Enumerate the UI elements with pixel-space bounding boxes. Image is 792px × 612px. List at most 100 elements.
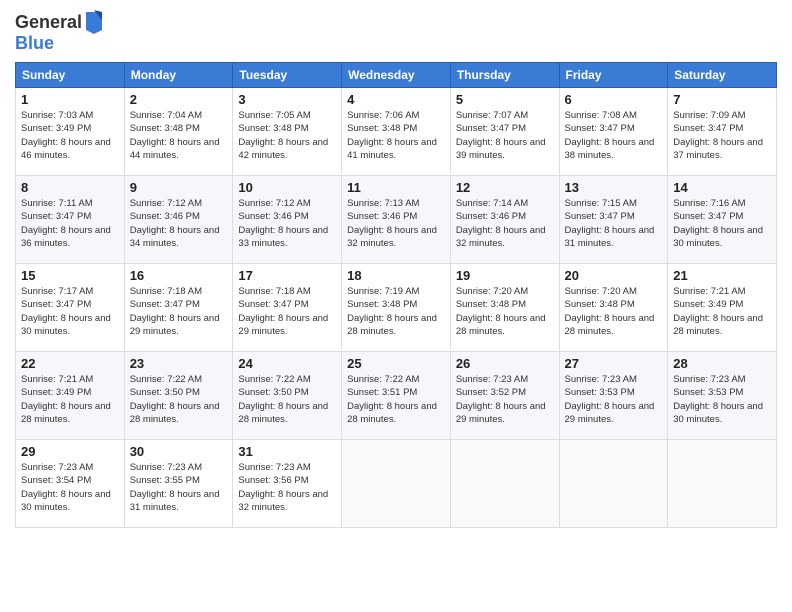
calendar-week-1: 1 Sunrise: 7:03 AMSunset: 3:49 PMDayligh…	[16, 88, 777, 176]
calendar-cell: 25 Sunrise: 7:22 AMSunset: 3:51 PMDaylig…	[342, 352, 451, 440]
calendar-cell	[559, 440, 668, 528]
calendar-cell: 21 Sunrise: 7:21 AMSunset: 3:49 PMDaylig…	[668, 264, 777, 352]
calendar-cell: 30 Sunrise: 7:23 AMSunset: 3:55 PMDaylig…	[124, 440, 233, 528]
calendar-cell	[450, 440, 559, 528]
day-number: 22	[21, 356, 119, 371]
calendar-table: SundayMondayTuesdayWednesdayThursdayFrid…	[15, 62, 777, 528]
day-number: 26	[456, 356, 554, 371]
day-number: 1	[21, 92, 119, 107]
day-number: 8	[21, 180, 119, 195]
calendar-cell: 8 Sunrise: 7:11 AMSunset: 3:47 PMDayligh…	[16, 176, 125, 264]
calendar-week-2: 8 Sunrise: 7:11 AMSunset: 3:47 PMDayligh…	[16, 176, 777, 264]
day-number: 23	[130, 356, 228, 371]
day-number: 18	[347, 268, 445, 283]
calendar-cell: 31 Sunrise: 7:23 AMSunset: 3:56 PMDaylig…	[233, 440, 342, 528]
day-info: Sunrise: 7:12 AMSunset: 3:46 PMDaylight:…	[238, 198, 328, 249]
day-info: Sunrise: 7:20 AMSunset: 3:48 PMDaylight:…	[456, 286, 546, 337]
calendar-week-3: 15 Sunrise: 7:17 AMSunset: 3:47 PMDaylig…	[16, 264, 777, 352]
day-info: Sunrise: 7:23 AMSunset: 3:54 PMDaylight:…	[21, 462, 111, 513]
day-info: Sunrise: 7:17 AMSunset: 3:47 PMDaylight:…	[21, 286, 111, 337]
day-info: Sunrise: 7:21 AMSunset: 3:49 PMDaylight:…	[21, 374, 111, 425]
calendar-cell	[668, 440, 777, 528]
day-number: 10	[238, 180, 336, 195]
day-info: Sunrise: 7:22 AMSunset: 3:50 PMDaylight:…	[130, 374, 220, 425]
calendar-cell: 19 Sunrise: 7:20 AMSunset: 3:48 PMDaylig…	[450, 264, 559, 352]
logo-general: General	[15, 12, 82, 32]
logo-text: General	[15, 13, 82, 33]
calendar-cell: 9 Sunrise: 7:12 AMSunset: 3:46 PMDayligh…	[124, 176, 233, 264]
calendar-week-5: 29 Sunrise: 7:23 AMSunset: 3:54 PMDaylig…	[16, 440, 777, 528]
day-info: Sunrise: 7:19 AMSunset: 3:48 PMDaylight:…	[347, 286, 437, 337]
page-header: General Blue	[15, 10, 777, 54]
day-info: Sunrise: 7:11 AMSunset: 3:47 PMDaylight:…	[21, 198, 111, 249]
day-number: 15	[21, 268, 119, 283]
calendar-cell: 1 Sunrise: 7:03 AMSunset: 3:49 PMDayligh…	[16, 88, 125, 176]
calendar-cell: 6 Sunrise: 7:08 AMSunset: 3:47 PMDayligh…	[559, 88, 668, 176]
calendar-cell: 13 Sunrise: 7:15 AMSunset: 3:47 PMDaylig…	[559, 176, 668, 264]
logo-icon	[84, 10, 104, 34]
day-number: 31	[238, 444, 336, 459]
logo: General Blue	[15, 10, 104, 54]
weekday-header-wednesday: Wednesday	[342, 63, 451, 88]
weekday-header-monday: Monday	[124, 63, 233, 88]
day-number: 3	[238, 92, 336, 107]
day-info: Sunrise: 7:13 AMSunset: 3:46 PMDaylight:…	[347, 198, 437, 249]
page-container: General Blue SundayMondayTuesdayWednesda…	[0, 0, 792, 533]
day-number: 24	[238, 356, 336, 371]
calendar-cell: 26 Sunrise: 7:23 AMSunset: 3:52 PMDaylig…	[450, 352, 559, 440]
day-number: 29	[21, 444, 119, 459]
day-info: Sunrise: 7:23 AMSunset: 3:55 PMDaylight:…	[130, 462, 220, 513]
day-number: 17	[238, 268, 336, 283]
calendar-cell: 23 Sunrise: 7:22 AMSunset: 3:50 PMDaylig…	[124, 352, 233, 440]
calendar-cell: 15 Sunrise: 7:17 AMSunset: 3:47 PMDaylig…	[16, 264, 125, 352]
calendar-cell: 17 Sunrise: 7:18 AMSunset: 3:47 PMDaylig…	[233, 264, 342, 352]
day-number: 6	[565, 92, 663, 107]
day-number: 20	[565, 268, 663, 283]
calendar-header-row: SundayMondayTuesdayWednesdayThursdayFrid…	[16, 63, 777, 88]
day-number: 9	[130, 180, 228, 195]
day-info: Sunrise: 7:06 AMSunset: 3:48 PMDaylight:…	[347, 110, 437, 161]
day-number: 28	[673, 356, 771, 371]
day-number: 30	[130, 444, 228, 459]
day-info: Sunrise: 7:08 AMSunset: 3:47 PMDaylight:…	[565, 110, 655, 161]
day-info: Sunrise: 7:23 AMSunset: 3:53 PMDaylight:…	[673, 374, 763, 425]
day-info: Sunrise: 7:18 AMSunset: 3:47 PMDaylight:…	[238, 286, 328, 337]
calendar-cell: 14 Sunrise: 7:16 AMSunset: 3:47 PMDaylig…	[668, 176, 777, 264]
day-info: Sunrise: 7:23 AMSunset: 3:56 PMDaylight:…	[238, 462, 328, 513]
day-info: Sunrise: 7:18 AMSunset: 3:47 PMDaylight:…	[130, 286, 220, 337]
day-info: Sunrise: 7:22 AMSunset: 3:51 PMDaylight:…	[347, 374, 437, 425]
day-number: 2	[130, 92, 228, 107]
day-number: 7	[673, 92, 771, 107]
day-number: 5	[456, 92, 554, 107]
calendar-cell: 10 Sunrise: 7:12 AMSunset: 3:46 PMDaylig…	[233, 176, 342, 264]
day-number: 4	[347, 92, 445, 107]
day-info: Sunrise: 7:07 AMSunset: 3:47 PMDaylight:…	[456, 110, 546, 161]
weekday-header-saturday: Saturday	[668, 63, 777, 88]
calendar-cell: 28 Sunrise: 7:23 AMSunset: 3:53 PMDaylig…	[668, 352, 777, 440]
day-info: Sunrise: 7:23 AMSunset: 3:53 PMDaylight:…	[565, 374, 655, 425]
calendar-cell: 24 Sunrise: 7:22 AMSunset: 3:50 PMDaylig…	[233, 352, 342, 440]
day-number: 19	[456, 268, 554, 283]
calendar-cell: 5 Sunrise: 7:07 AMSunset: 3:47 PMDayligh…	[450, 88, 559, 176]
day-info: Sunrise: 7:04 AMSunset: 3:48 PMDaylight:…	[130, 110, 220, 161]
day-info: Sunrise: 7:12 AMSunset: 3:46 PMDaylight:…	[130, 198, 220, 249]
day-info: Sunrise: 7:05 AMSunset: 3:48 PMDaylight:…	[238, 110, 328, 161]
day-number: 12	[456, 180, 554, 195]
day-number: 16	[130, 268, 228, 283]
day-number: 27	[565, 356, 663, 371]
day-info: Sunrise: 7:16 AMSunset: 3:47 PMDaylight:…	[673, 198, 763, 249]
day-info: Sunrise: 7:21 AMSunset: 3:49 PMDaylight:…	[673, 286, 763, 337]
calendar-cell	[342, 440, 451, 528]
weekday-header-tuesday: Tuesday	[233, 63, 342, 88]
day-number: 25	[347, 356, 445, 371]
day-info: Sunrise: 7:09 AMSunset: 3:47 PMDaylight:…	[673, 110, 763, 161]
calendar-cell: 29 Sunrise: 7:23 AMSunset: 3:54 PMDaylig…	[16, 440, 125, 528]
calendar-cell: 4 Sunrise: 7:06 AMSunset: 3:48 PMDayligh…	[342, 88, 451, 176]
calendar-week-4: 22 Sunrise: 7:21 AMSunset: 3:49 PMDaylig…	[16, 352, 777, 440]
calendar-cell: 27 Sunrise: 7:23 AMSunset: 3:53 PMDaylig…	[559, 352, 668, 440]
calendar-cell: 20 Sunrise: 7:20 AMSunset: 3:48 PMDaylig…	[559, 264, 668, 352]
weekday-header-friday: Friday	[559, 63, 668, 88]
calendar-cell: 2 Sunrise: 7:04 AMSunset: 3:48 PMDayligh…	[124, 88, 233, 176]
day-number: 21	[673, 268, 771, 283]
calendar-cell: 18 Sunrise: 7:19 AMSunset: 3:48 PMDaylig…	[342, 264, 451, 352]
